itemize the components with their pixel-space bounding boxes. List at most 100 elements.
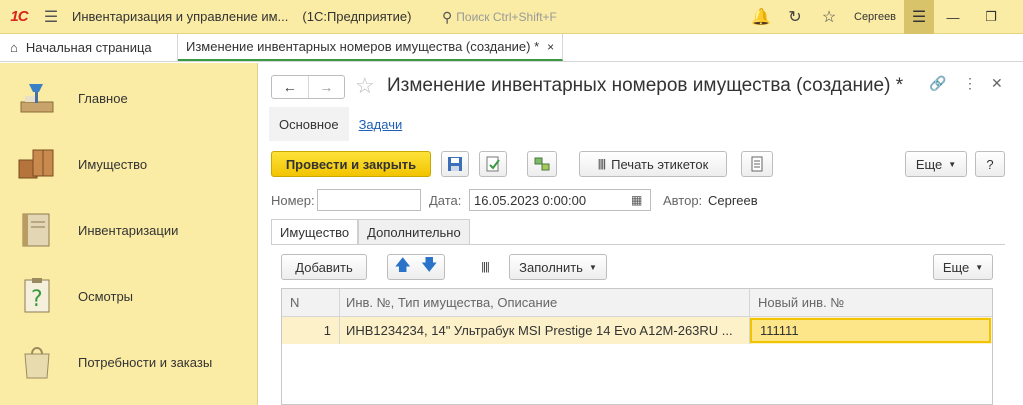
link-icon[interactable]: 🔗 (929, 75, 946, 92)
post-and-close-button[interactable]: Провести и закрыть (271, 151, 431, 177)
svg-text:?: ? (31, 287, 43, 312)
tab-document-label: Изменение инвентарных номеров имущества … (186, 39, 540, 54)
table-more-button[interactable]: Еще ▼ (933, 254, 993, 280)
close-tab-icon[interactable]: × (547, 40, 554, 54)
col-header-new-number[interactable]: Новый инв. № (750, 289, 992, 316)
post-document-icon (486, 156, 500, 172)
dropdown-arrow-icon: ▼ (948, 159, 957, 169)
number-label: Номер: (271, 193, 315, 208)
post-button[interactable] (479, 151, 507, 177)
clipboard-question-icon: ? (14, 273, 60, 319)
sidebar-item-inspections-label: Осмотры (78, 288, 134, 304)
forward-arrow-icon[interactable]: → (307, 76, 345, 98)
shopping-bag-icon (14, 339, 60, 385)
history-icon[interactable]: ↻ (778, 0, 812, 34)
favorites-star-icon[interactable]: ☆ (812, 0, 846, 34)
sidebar-item-needs-orders-label: Потребности и заказы (78, 354, 213, 370)
cell-n: 1 (282, 317, 340, 344)
more-vertical-icon[interactable]: ⋮ (963, 75, 977, 92)
structure-button[interactable] (527, 151, 557, 177)
move-buttons: 🡅 🡇 (387, 254, 445, 280)
more-actions-label: Еще (915, 156, 943, 172)
close-window-button[interactable]: ✕ (1010, 0, 1023, 34)
table-more-label: Еще (942, 259, 970, 275)
main-menu-icon[interactable]: ☰ (38, 0, 64, 34)
author-value: Сергеев (708, 193, 758, 208)
favorite-star-icon[interactable]: ☆ (355, 73, 375, 99)
tab-additional[interactable]: Дополнительно (358, 219, 470, 245)
help-button[interactable]: ? (975, 151, 1005, 177)
print-labels-label: Печать этикеток (611, 156, 709, 172)
cell-new-number[interactable]: 111111 (750, 318, 991, 343)
move-up-icon[interactable]: 🡅 (395, 254, 411, 281)
tab-home-label: Начальная страница (25, 40, 152, 55)
property-table: N Инв. №, Тип имущества, Описание Новый … (281, 288, 993, 405)
subtab-main[interactable]: Основное (269, 107, 349, 141)
sidebar-item-property[interactable]: Имущество (0, 131, 258, 197)
print-labels-button[interactable]: |||| Печать этикеток (579, 151, 727, 177)
close-form-icon[interactable]: ✕ (991, 75, 1003, 92)
number-field[interactable] (317, 189, 421, 211)
subtab-tasks[interactable]: Задачи (349, 117, 413, 132)
barcode-scan-icon: |||| (481, 261, 490, 273)
save-button[interactable] (441, 151, 469, 177)
tab-property[interactable]: Имущество (271, 219, 359, 245)
restore-button[interactable]: ❐ (972, 0, 1010, 34)
open-tabs-bar: ⌂ Начальная страница Изменение инвентарн… (0, 34, 1023, 62)
inner-tabs: Имущество Дополнительно (271, 219, 470, 245)
report-button[interactable] (741, 151, 773, 177)
fill-label: Заполнить (519, 259, 583, 275)
table-more-dropdown-icon: ▼ (975, 262, 984, 272)
boxes-icon (14, 141, 60, 187)
sidebar-item-inspections[interactable]: ? Осмотры (0, 263, 258, 329)
fill-dropdown-icon: ▼ (588, 262, 597, 272)
form-subtabs: Основное Задачи (269, 107, 412, 141)
author-label: Автор: (663, 193, 703, 208)
search-icon: ⚲ (442, 8, 453, 25)
sidebar-item-main-label: Главное (78, 90, 128, 106)
date-label: Дата: (429, 193, 462, 208)
nav-buttons: ← → (271, 75, 345, 99)
col-header-n[interactable]: N (282, 289, 340, 316)
home-icon: ⌂ (10, 40, 18, 55)
cell-description[interactable]: ИНВ1234234, 14" Ультрабук MSI Prestige 1… (340, 317, 750, 344)
tab-home[interactable]: ⌂ Начальная страница (0, 34, 178, 61)
barcode-icon: |||| (597, 158, 607, 170)
title-bar: 1С ☰ Инвентаризация и управление им... (… (0, 0, 1023, 34)
structure-icon (534, 157, 550, 171)
sections-sidebar: Главное Имущество Инвентаризации ? Осмот… (0, 63, 258, 405)
1c-logo: 1С (10, 8, 28, 25)
fill-button[interactable]: Заполнить ▼ (509, 254, 607, 280)
app-title: Инвентаризация и управление им... (72, 9, 289, 24)
add-row-button[interactable]: Добавить (281, 254, 367, 280)
search-placeholder: Поиск Ctrl+Shift+F (456, 10, 557, 24)
sidebar-item-main[interactable]: Главное (0, 65, 258, 131)
date-field[interactable]: 16.05.2023 0:00:00 (469, 189, 651, 211)
global-search-input[interactable]: ⚲ Поиск Ctrl+Shift+F (442, 6, 742, 28)
save-icon (448, 157, 462, 171)
book-icon (14, 207, 60, 253)
desk-lamp-icon (14, 75, 60, 121)
sidebar-item-inventories[interactable]: Инвентаризации (0, 197, 258, 263)
form-title: Изменение инвентарных номеров имущества … (387, 75, 904, 96)
functions-menu-button[interactable]: ☰ (904, 0, 935, 34)
bell-icon[interactable]: 🔔 (744, 0, 778, 34)
sidebar-item-property-label: Имущество (78, 156, 148, 172)
date-value: 16.05.2023 0:00:00 (474, 192, 587, 208)
more-actions-button[interactable]: Еще ▼ (905, 151, 967, 177)
table-header: N Инв. №, Тип имущества, Описание Новый … (282, 289, 992, 317)
table-row[interactable]: 1 ИНВ1234234, 14" Ультрабук MSI Prestige… (282, 317, 992, 344)
back-arrow-icon[interactable]: ← (272, 76, 308, 98)
minimize-button[interactable]: — (934, 0, 972, 34)
sidebar-item-needs-orders[interactable]: Потребности и заказы (0, 329, 258, 395)
barcode-scan-button[interactable]: |||| (471, 254, 499, 280)
move-down-icon[interactable]: 🡇 (421, 254, 437, 281)
calendar-icon[interactable]: ▦ (631, 193, 642, 207)
report-list-icon (751, 156, 763, 172)
app-subtitle: (1С:Предприятие) (302, 9, 412, 24)
document-form: ← → ☆ Изменение инвентарных номеров имущ… (259, 63, 1023, 405)
user-name[interactable]: Сергеев (854, 11, 896, 23)
sidebar-item-inventories-label: Инвентаризации (78, 222, 179, 238)
tab-document[interactable]: Изменение инвентарных номеров имущества … (178, 34, 564, 61)
col-header-description[interactable]: Инв. №, Тип имущества, Описание (340, 289, 750, 316)
